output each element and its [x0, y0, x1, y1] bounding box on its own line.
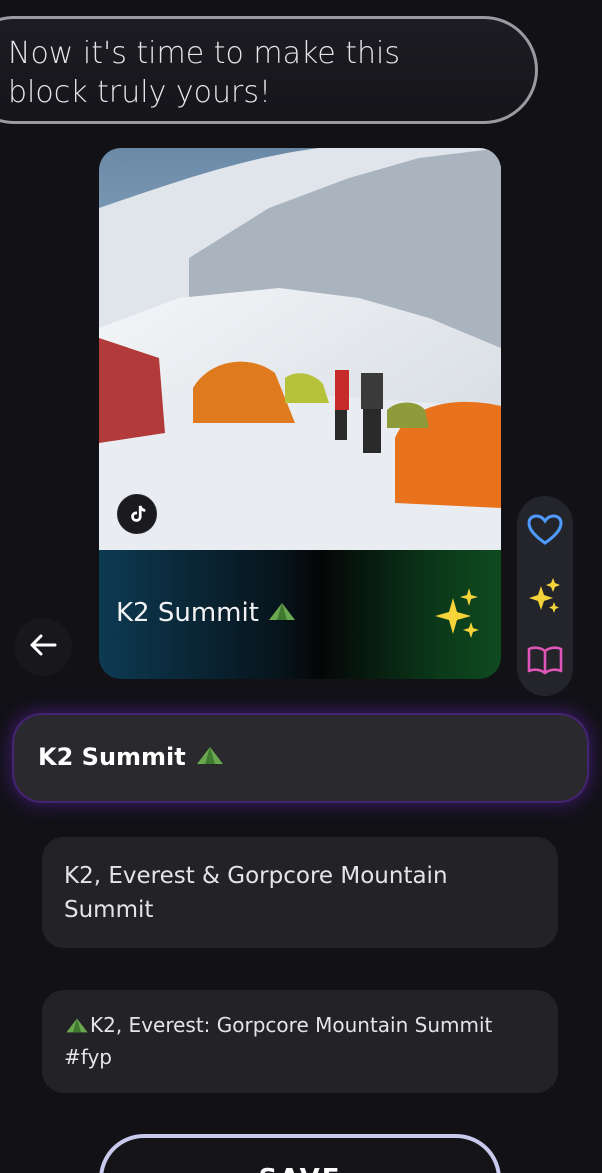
card-footer: K2 Summit — [99, 550, 501, 679]
save-label: SAVE — [103, 1164, 497, 1173]
media-card[interactable]: K2 Summit — [99, 148, 501, 679]
action-rail — [517, 496, 573, 696]
card-photo — [99, 148, 501, 550]
title-input-text: K2 Summit — [38, 743, 186, 771]
book-icon[interactable] — [527, 642, 563, 678]
prompt-text: Now it's time to make this block truly y… — [8, 36, 400, 110]
tent-icon — [267, 599, 297, 629]
tiktok-icon — [117, 494, 157, 534]
heart-icon[interactable] — [527, 512, 563, 548]
suggestion-text-2: K2, Everest: Gorpcore Mountain Summit #f… — [64, 1010, 542, 1072]
save-button[interactable]: SAVE — [99, 1134, 501, 1173]
arrow-left-icon — [29, 633, 57, 661]
card-title-text: K2 Summit — [116, 598, 259, 628]
screen: Now it's time to make this block truly y… — [0, 0, 602, 1173]
suggestion-text: K2, Everest & Gorpcore Mountain Summit — [64, 863, 448, 923]
title-input-value: K2 Summit — [38, 743, 226, 772]
back-button[interactable] — [14, 618, 72, 676]
tent-icon — [194, 744, 226, 772]
tent-icon — [64, 1012, 90, 1042]
title-suggestion-2[interactable]: K2, Everest: Gorpcore Mountain Summit #f… — [42, 990, 558, 1093]
card-title: K2 Summit — [116, 598, 297, 629]
title-suggestion-1[interactable]: K2, Everest & Gorpcore Mountain Summit — [42, 837, 558, 948]
title-input[interactable]: K2 Summit — [14, 715, 587, 801]
suggestion-text: K2, Everest: Gorpcore Mountain Summit #f… — [64, 1013, 493, 1069]
sparkles-icon[interactable] — [435, 588, 481, 644]
sparkles-icon[interactable] — [527, 578, 563, 614]
